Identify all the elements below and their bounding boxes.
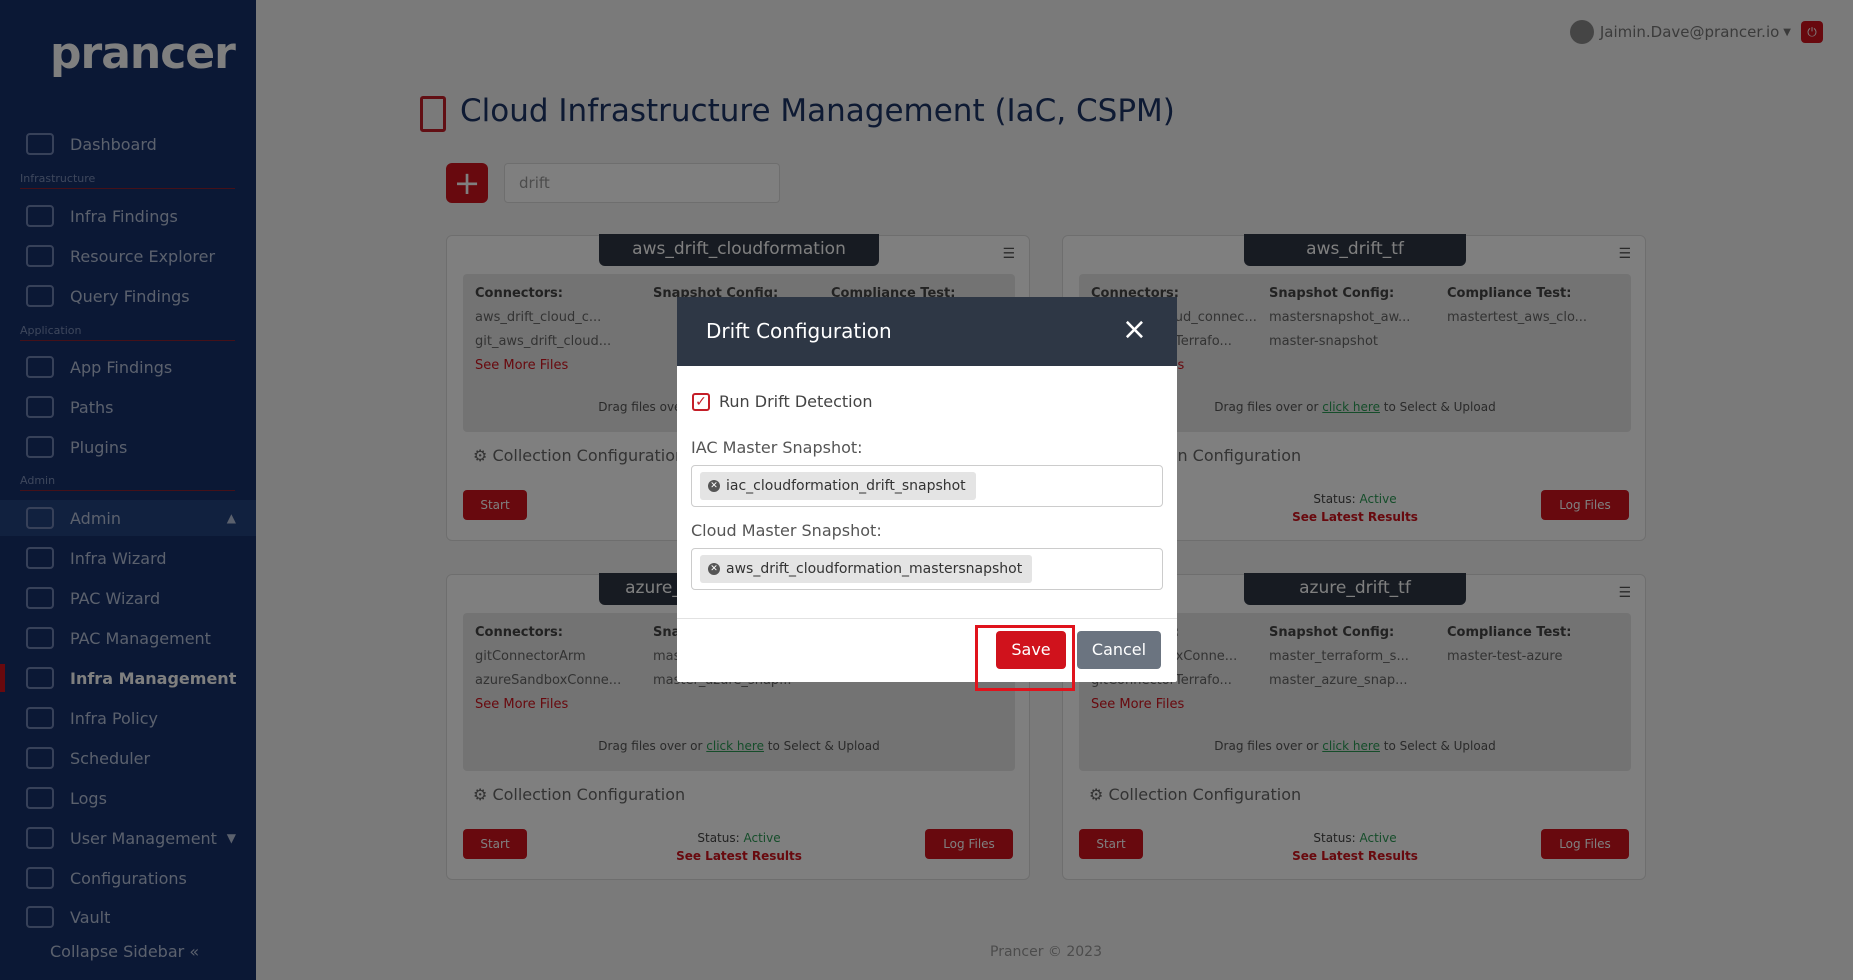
remove-chip-icon[interactable]: ✕ [708,563,720,575]
save-button[interactable]: Save [996,631,1066,669]
cloud-master-snapshot-select[interactable]: ✕ aws_drift_cloudformation_mastersnapsho… [691,548,1163,590]
iac-master-snapshot-label: IAC Master Snapshot: [691,438,863,457]
close-icon[interactable]: × [1122,313,1147,347]
modal-header: Drift Configuration × [677,297,1177,366]
cancel-button[interactable]: Cancel [1077,631,1161,669]
modal-divider [677,618,1177,619]
iac-master-snapshot-select[interactable]: ✕ iac_cloudformation_drift_snapshot [691,465,1163,507]
drift-configuration-modal: Drift Configuration × ✓ Run Drift Detect… [677,297,1177,691]
cloud-master-snapshot-label: Cloud Master Snapshot: [691,521,882,540]
selected-snapshot-chip: ✕ aws_drift_cloudformation_mastersnapsho… [700,555,1033,583]
run-drift-checkbox[interactable]: ✓ [692,393,710,411]
run-drift-label: Run Drift Detection [719,392,873,411]
selected-snapshot-chip: ✕ iac_cloudformation_drift_snapshot [700,472,976,500]
remove-chip-icon[interactable]: ✕ [708,480,720,492]
modal-title: Drift Configuration [706,319,892,343]
